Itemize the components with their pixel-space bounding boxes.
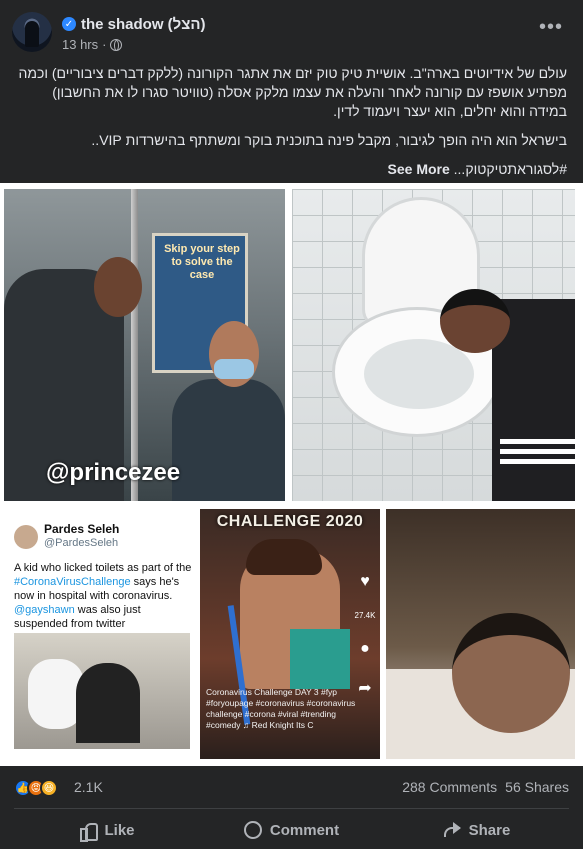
- comment-bubble-icon: ●: [360, 640, 370, 657]
- separator-dot: ·: [102, 37, 107, 52]
- more-options-button[interactable]: •••: [539, 16, 563, 39]
- heart-icon: ♥: [360, 573, 370, 590]
- shares-count[interactable]: 56 Shares: [505, 779, 569, 795]
- hashtag-link[interactable]: #לסגוראתטיקטוק...: [454, 161, 567, 177]
- hospital-photo[interactable]: [386, 509, 575, 759]
- share-label: Share: [468, 821, 511, 839]
- man-head: [94, 257, 142, 317]
- tweet-avatar: [14, 525, 38, 549]
- tweet-screenshot[interactable]: Pardes Seleh @PardesSeleh A kid who lick…: [4, 509, 194, 759]
- jersey-stripes: [500, 439, 575, 444]
- tweet-image-kid: [76, 663, 140, 743]
- divider: [14, 808, 569, 809]
- kid-head: [440, 289, 510, 353]
- toilet-photo[interactable]: [292, 189, 575, 501]
- tiktok-tanktop: [290, 629, 350, 689]
- post-meta: 13 hrs ·: [62, 37, 123, 52]
- tiktok-banner: CHALLENGE 2020: [216, 513, 364, 530]
- seated-man: [172, 379, 285, 501]
- comments-count[interactable]: 288 Comments: [402, 779, 497, 795]
- tweet-author: Pardes Seleh: [44, 522, 120, 536]
- like-button[interactable]: Like: [14, 812, 199, 848]
- subway-sign-text: Skip your step to solve the case: [164, 243, 240, 281]
- tiktok-caption: Coronavirus Challenge DAY 3 #fyp #foryou…: [206, 687, 356, 730]
- reactions-count[interactable]: 2.1K: [74, 779, 103, 795]
- reactions-icons[interactable]: 👍 😡 😆: [14, 779, 58, 797]
- author-row: ✓ the shadow (הצל): [62, 14, 206, 34]
- see-more-link[interactable]: See More: [388, 161, 450, 177]
- tweet-text-a: A kid who licked toilets as part of the: [14, 562, 192, 574]
- tiktok-hair: [246, 539, 322, 575]
- post-last-line: #לסגוראתטיקטוק... See More: [14, 160, 567, 179]
- post-paragraph-2: בישראל הוא היה הופך לגיבור, מקבל פינה בת…: [91, 132, 567, 148]
- image-collage[interactable]: Skip your step to solve the case @prince…: [0, 183, 583, 766]
- post-time[interactable]: 13 hrs: [62, 37, 98, 52]
- tweet-mention: @gayshawn: [14, 604, 75, 616]
- like-label: Like: [104, 821, 135, 839]
- thumbs-up-icon: [78, 821, 99, 842]
- action-bar: Like Comment Share: [14, 812, 569, 848]
- comment-icon: [243, 821, 262, 839]
- post-text: עולם של אידיוטים בארה"ב. אושיית טיק טוק …: [14, 64, 567, 189]
- comment-label: Comment: [269, 821, 340, 839]
- subway-pole: [131, 189, 138, 501]
- tiktok-like-count: 27.4K: [354, 611, 376, 620]
- post-card: ✓ the shadow (הצל) 13 hrs · ••• עולם של …: [0, 0, 583, 849]
- toilet-bowl-inner: [364, 339, 474, 409]
- kid-face: [452, 613, 570, 733]
- audience-globe-icon[interactable]: [110, 38, 123, 51]
- engagement-counts: 288 Comments 56 Shares: [402, 779, 569, 795]
- comment-button[interactable]: Comment: [199, 812, 384, 848]
- haha-reaction-icon: 😆: [40, 779, 58, 797]
- tiktok-action-rail: ♥ 27.4K ● ➦: [354, 573, 376, 698]
- share-arrow-icon: ➦: [358, 680, 372, 697]
- tiktok-screenshot[interactable]: CHALLENGE 2020 ♥ 27.4K ● ➦ Coronavirus C…: [200, 509, 380, 759]
- face-mask: [214, 359, 254, 379]
- share-icon: [443, 821, 461, 839]
- share-button[interactable]: Share: [384, 812, 569, 848]
- post-header: ✓ the shadow (הצל) 13 hrs · •••: [12, 12, 571, 58]
- tweet-hashtag: #CoronaVirusChallenge: [14, 576, 131, 588]
- post-stats: 👍 😡 😆 2.1K 288 Comments 56 Shares: [14, 776, 569, 802]
- avatar-figure: [25, 21, 39, 47]
- tweet-handle: @PardesSeleh: [44, 537, 119, 549]
- photo-watermark: @princezee: [46, 459, 181, 486]
- tweet-body: A kid who licked toilets as part of the …: [14, 561, 194, 631]
- author-name[interactable]: the shadow (הצל): [81, 16, 206, 33]
- verified-badge-icon: ✓: [62, 17, 76, 31]
- avatar[interactable]: [12, 12, 52, 52]
- post-paragraph-1: עולם של אידיוטים בארה"ב. אושיית טיק טוק …: [18, 65, 567, 119]
- subway-photo[interactable]: Skip your step to solve the case @prince…: [4, 189, 285, 501]
